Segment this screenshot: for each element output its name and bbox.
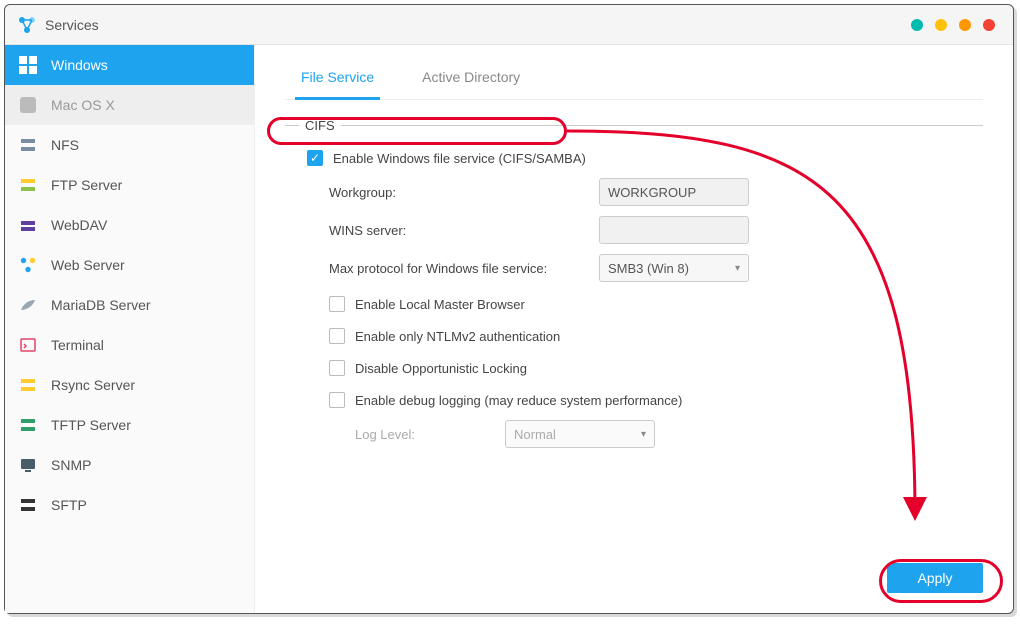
lmb-row[interactable]: Enable Local Master Browser bbox=[329, 289, 983, 319]
terminal-icon bbox=[19, 336, 41, 354]
mariadb-icon bbox=[19, 296, 41, 314]
snmp-icon bbox=[19, 456, 41, 474]
chevron-down-icon: ▾ bbox=[641, 429, 646, 440]
ntlm-checkbox[interactable] bbox=[329, 328, 345, 344]
sftp-icon bbox=[19, 496, 41, 514]
sidebar-item-label: SNMP bbox=[51, 457, 91, 473]
sidebar-item-label: Rsync Server bbox=[51, 377, 135, 393]
oplock-row[interactable]: Disable Opportunistic Locking bbox=[329, 353, 983, 383]
wins-label: WINS server: bbox=[329, 223, 599, 238]
wins-input[interactable] bbox=[599, 216, 749, 244]
debug-checkbox[interactable] bbox=[329, 392, 345, 408]
nfs-icon bbox=[19, 136, 41, 154]
tab-active-directory[interactable]: Active Directory bbox=[416, 55, 526, 99]
sidebar-item-label: MariaDB Server bbox=[51, 297, 151, 313]
enable-cifs-checkbox[interactable] bbox=[307, 150, 323, 166]
sidebar-item-label: SFTP bbox=[51, 497, 87, 513]
sidebar-item-mariadb[interactable]: MariaDB Server bbox=[5, 285, 254, 325]
web-server-icon bbox=[19, 256, 41, 274]
workgroup-input[interactable]: WORKGROUP bbox=[599, 178, 749, 206]
sidebar-item-label: Windows bbox=[51, 57, 108, 73]
sidebar-item-nfs[interactable]: NFS bbox=[5, 125, 254, 165]
titlebar: Services bbox=[5, 5, 1013, 45]
workgroup-label: Workgroup: bbox=[329, 185, 599, 200]
minimize-button[interactable] bbox=[911, 19, 923, 31]
sidebar-item-label: WebDAV bbox=[51, 217, 107, 233]
sidebar-item-macosx[interactable]: Mac OS X bbox=[5, 85, 254, 125]
sidebar-item-webdav[interactable]: WebDAV bbox=[5, 205, 254, 245]
debug-label: Enable debug logging (may reduce system … bbox=[355, 393, 682, 408]
sidebar-item-label: Terminal bbox=[51, 337, 104, 353]
chevron-down-icon: ▾ bbox=[735, 263, 740, 274]
sidebar-item-rsync[interactable]: Rsync Server bbox=[5, 365, 254, 405]
oplock-label: Disable Opportunistic Locking bbox=[355, 361, 527, 376]
sidebar-item-label: Web Server bbox=[51, 257, 125, 273]
main-panel: File Service Active Directory CIFS Enabl… bbox=[255, 45, 1013, 613]
windows-icon bbox=[19, 56, 41, 74]
apply-button[interactable]: Apply bbox=[887, 563, 983, 593]
window-title: Services bbox=[45, 17, 99, 33]
ftp-icon bbox=[19, 176, 41, 194]
ntlm-row[interactable]: Enable only NTLMv2 authentication bbox=[329, 321, 983, 351]
ntlm-label: Enable only NTLMv2 authentication bbox=[355, 329, 560, 344]
rsync-icon bbox=[19, 376, 41, 394]
maxproto-label: Max protocol for Windows file service: bbox=[329, 261, 599, 276]
enable-cifs-row[interactable]: Enable Windows file service (CIFS/SAMBA) bbox=[307, 143, 983, 173]
sidebar-item-label: NFS bbox=[51, 137, 79, 153]
sidebar-item-snmp[interactable]: SNMP bbox=[5, 445, 254, 485]
window-controls bbox=[911, 19, 1001, 31]
lmb-checkbox[interactable] bbox=[329, 296, 345, 312]
sidebar-item-sftp[interactable]: SFTP bbox=[5, 485, 254, 525]
loglevel-select: Normal ▾ bbox=[505, 420, 655, 448]
enable-cifs-label: Enable Windows file service (CIFS/SAMBA) bbox=[333, 151, 586, 166]
tabbar: File Service Active Directory bbox=[285, 55, 983, 100]
tftp-icon bbox=[19, 416, 41, 434]
webdav-icon bbox=[19, 216, 41, 234]
restore-button[interactable] bbox=[959, 19, 971, 31]
sidebar-item-label: Mac OS X bbox=[51, 97, 115, 113]
debug-row[interactable]: Enable debug logging (may reduce system … bbox=[329, 385, 983, 415]
section-header-cifs: CIFS bbox=[285, 118, 983, 133]
sidebar-item-ftp[interactable]: FTP Server bbox=[5, 165, 254, 205]
sidebar-item-web-server[interactable]: Web Server bbox=[5, 245, 254, 285]
maxproto-select[interactable]: SMB3 (Win 8) ▾ bbox=[599, 254, 749, 282]
sidebar: Windows Mac OS X NFS FTP Server WebDAV W… bbox=[5, 45, 255, 613]
tab-file-service[interactable]: File Service bbox=[295, 55, 380, 100]
close-button[interactable] bbox=[983, 19, 995, 31]
sidebar-item-terminal[interactable]: Terminal bbox=[5, 325, 254, 365]
finder-icon bbox=[19, 96, 41, 114]
app-icon bbox=[17, 15, 37, 35]
sidebar-item-label: TFTP Server bbox=[51, 417, 131, 433]
sidebar-item-tftp[interactable]: TFTP Server bbox=[5, 405, 254, 445]
section-header-label: CIFS bbox=[305, 118, 335, 133]
maximize-button[interactable] bbox=[935, 19, 947, 31]
loglevel-label: Log Level: bbox=[355, 427, 505, 442]
sidebar-item-label: FTP Server bbox=[51, 177, 122, 193]
sidebar-item-windows[interactable]: Windows bbox=[5, 45, 254, 85]
lmb-label: Enable Local Master Browser bbox=[355, 297, 525, 312]
oplock-checkbox[interactable] bbox=[329, 360, 345, 376]
